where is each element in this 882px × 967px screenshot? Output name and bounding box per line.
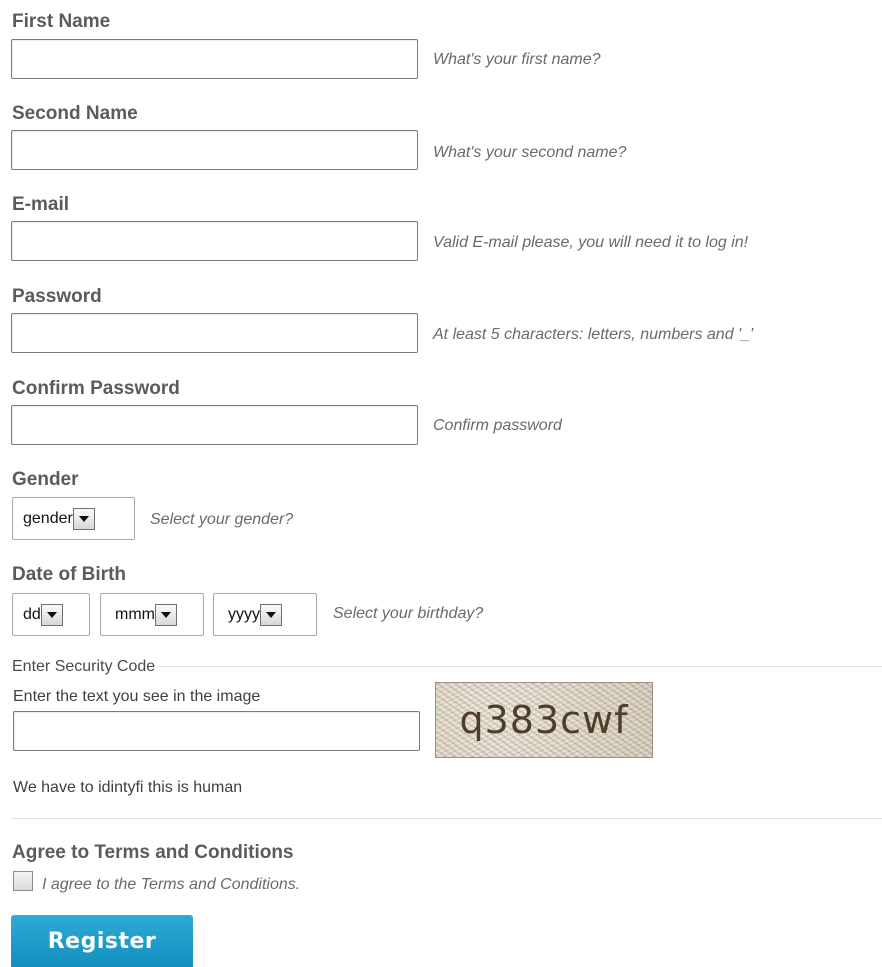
password-input[interactable] xyxy=(11,313,418,353)
second-name-input[interactable] xyxy=(11,130,418,170)
dob-month-select[interactable]: mmm xyxy=(100,593,204,636)
second-name-label: Second Name xyxy=(12,103,138,124)
first-name-label: First Name xyxy=(12,11,111,32)
password-hint: At least 5 characters: letters, numbers … xyxy=(433,326,754,343)
dob-day-select[interactable]: dd xyxy=(12,593,90,636)
dob-year-select[interactable]: yyyy xyxy=(213,593,317,636)
second-name-hint: What's your second name? xyxy=(433,144,627,161)
gender-hint: Select your gender? xyxy=(150,511,294,528)
chevron-down-icon xyxy=(72,507,95,530)
gender-select[interactable]: gender xyxy=(12,497,135,540)
security-code-input[interactable] xyxy=(13,711,420,751)
chevron-down-icon xyxy=(40,603,63,626)
captcha-text: q383cwf xyxy=(459,698,629,742)
email-hint: Valid E-mail please, you will need it to… xyxy=(433,234,749,251)
dob-year-value: yyyy xyxy=(228,605,260,623)
dob-month-value: mmm xyxy=(115,605,155,623)
security-code-legend: Enter Security Code xyxy=(12,657,158,677)
confirm-password-hint: Confirm password xyxy=(433,417,562,434)
dob-label: Date of Birth xyxy=(12,564,126,585)
dob-hint: Select your birthday? xyxy=(333,605,484,622)
register-button[interactable]: Register xyxy=(11,915,193,967)
gender-select-value: gender xyxy=(23,509,73,527)
email-label: E-mail xyxy=(12,194,70,215)
first-name-hint: What's your first name? xyxy=(433,51,601,68)
terms-checkbox[interactable] xyxy=(13,871,33,891)
fieldset-bottom-border xyxy=(11,818,882,819)
security-code-note: We have to idintyfi this is human xyxy=(13,779,243,796)
password-label: Password xyxy=(12,286,102,307)
dob-day-value: dd xyxy=(23,605,41,623)
terms-heading: Agree to Terms and Conditions xyxy=(12,842,294,863)
security-code-instruction: Enter the text you see in the image xyxy=(13,688,261,705)
email-input[interactable] xyxy=(11,221,418,261)
chevron-down-icon xyxy=(154,603,177,626)
chevron-down-icon xyxy=(260,603,282,626)
first-name-input[interactable] xyxy=(11,39,418,79)
terms-checkbox-label: I agree to the Terms and Conditions. xyxy=(42,876,301,893)
confirm-password-label: Confirm Password xyxy=(12,378,180,399)
confirm-password-input[interactable] xyxy=(11,405,418,445)
captcha-image: q383cwf xyxy=(435,682,653,758)
gender-label: Gender xyxy=(12,469,79,490)
